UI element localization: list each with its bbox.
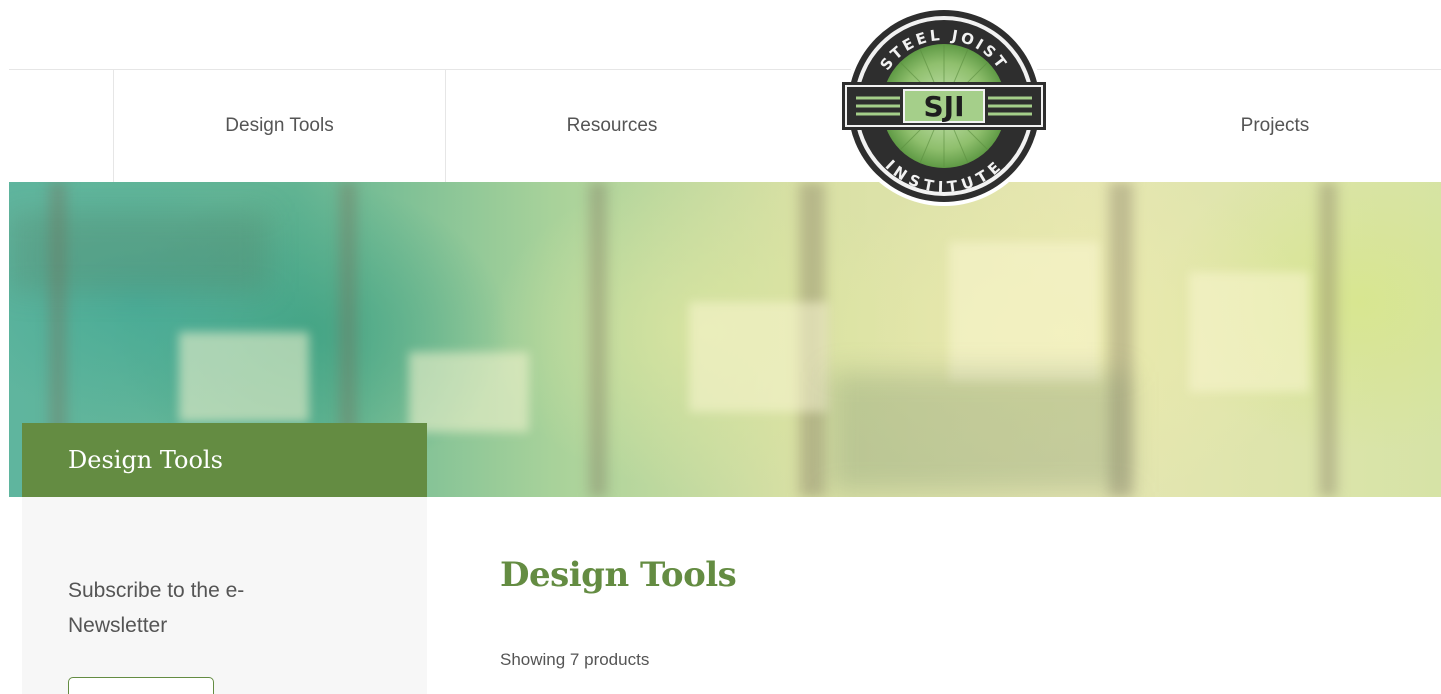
newsletter-subscribe-text: Subscribe to the e-Newsletter xyxy=(68,579,245,637)
subscribe-button[interactable] xyxy=(68,677,214,694)
logo-badge-icon: SJI STEEL JOIST INSTITUTE xyxy=(842,6,1046,206)
nav-item-home[interactable] xyxy=(9,70,114,182)
sidebar-title: Design Tools xyxy=(22,423,427,497)
nav-item-label: Projects xyxy=(1240,115,1310,136)
sidebar: Subscribe to the e-Newsletter xyxy=(22,497,427,694)
nav-item-resources[interactable]: Resources xyxy=(446,70,778,182)
nav-item-label: Design Tools xyxy=(225,115,334,136)
logo-center-text: SJI xyxy=(923,90,964,123)
nav-item-design-tools[interactable]: Design Tools xyxy=(114,70,446,182)
sji-logo[interactable]: SJI STEEL JOIST INSTITUTE xyxy=(838,0,1050,212)
page-title: Design Tools xyxy=(500,555,737,595)
nav-item-projects[interactable]: Projects xyxy=(1109,70,1441,182)
nav-item-label: Resources xyxy=(566,115,658,136)
product-count: Showing 7 products xyxy=(500,650,650,669)
main-nav: Design Tools Resources Projects xyxy=(9,69,1441,182)
